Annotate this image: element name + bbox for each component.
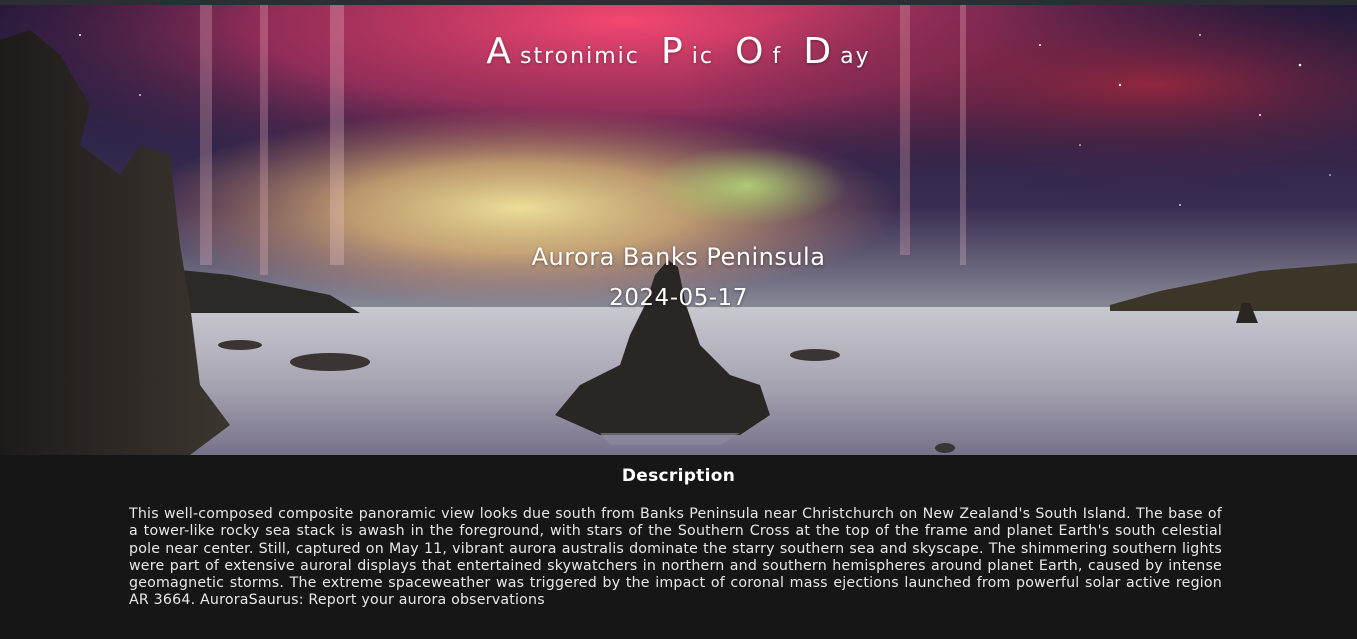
site-title: A stronimic P ic O f D ay — [0, 31, 1357, 72]
description-text: This well-composed composite panoramic v… — [129, 506, 1222, 609]
title-word-3: O f — [735, 31, 783, 72]
picture-title: Aurora Banks Peninsula — [531, 243, 826, 271]
title-word-2: P ic — [660, 31, 714, 72]
description-heading: Description — [621, 466, 736, 486]
title-word-1: A stronimic — [486, 31, 640, 72]
aurora-photo — [0, 5, 1357, 455]
picture-date: 2024-05-17 — [609, 285, 748, 311]
description-section: Description This well-composed composite… — [0, 455, 1357, 639]
hero-image: A stronimic P ic O f D ay Aurora Banks P… — [0, 5, 1357, 455]
title-word-4: D ay — [803, 31, 871, 72]
